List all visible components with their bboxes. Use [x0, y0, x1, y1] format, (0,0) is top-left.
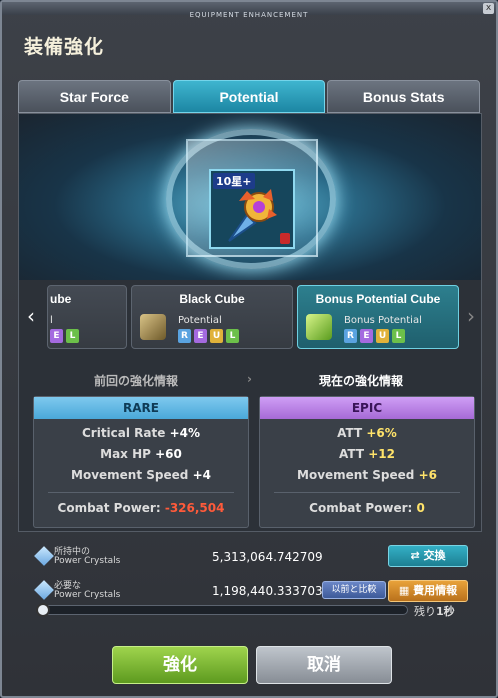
stat-value: +4%	[169, 426, 201, 440]
grade-badge: U	[210, 329, 223, 343]
stat-label: ATT	[339, 447, 365, 461]
grade-badge: L	[392, 329, 405, 343]
remaining-value: 1秒	[436, 605, 455, 618]
stat-label: Max HP	[100, 447, 151, 461]
stat-label: Movement Speed	[297, 468, 415, 482]
combat-power-label: Combat Power:	[309, 501, 413, 515]
remaining-time: 残り1秒	[414, 603, 455, 619]
cube-card-previous[interactable]: ube l E L	[47, 285, 127, 349]
grade-badge: L	[66, 329, 79, 343]
power-crystal-icon	[34, 580, 54, 600]
power-crystal-icon	[34, 546, 54, 566]
tab-potential[interactable]: Potential	[172, 80, 326, 113]
title-bar[interactable]: EQUIPMENT ENHANCEMENT x	[2, 2, 496, 19]
window-title: EQUIPMENT ENHANCEMENT	[189, 11, 309, 19]
cube-subtitle: Potential	[178, 315, 222, 326]
cube-name: Black Cube	[179, 292, 245, 306]
grade-list: E L	[50, 329, 79, 343]
cube-selector: ‹ ube l E L Black Cube Potential R E U L	[19, 284, 481, 352]
grade-badge: R	[344, 329, 357, 343]
cube-card-black-cube[interactable]: Black Cube Potential R E U L	[131, 285, 293, 349]
owned-crystals-value: 5,313,064.742709	[212, 550, 323, 564]
divider	[48, 492, 234, 493]
combat-power-line: Combat Power: 0	[260, 501, 474, 515]
grade-banner-rare: RARE	[34, 397, 248, 419]
stat-line: Max HP +60	[34, 447, 248, 461]
grade-badge: E	[360, 329, 373, 343]
current-info-title: 現在の強化情報	[319, 374, 404, 388]
cube-name: Bonus Potential Cube	[315, 292, 441, 306]
page-title: 装備強化	[24, 36, 105, 58]
stat-label: ATT	[337, 426, 363, 440]
item-showcase: 10星+	[19, 114, 481, 280]
combat-power-value: 0	[416, 501, 425, 515]
sword-item-icon	[228, 189, 277, 242]
owned-crystals-row: 所持中の Power Crystals 5,313,064.742709 ⇄ 交…	[32, 544, 472, 570]
cube-card-bonus-potential-cube[interactable]: Bonus Potential Cube Bonus Potential R E…	[297, 285, 459, 349]
stat-line: Critical Rate +4%	[34, 426, 248, 440]
cube-subtitle: l	[50, 315, 53, 326]
chevron-left-icon[interactable]: ‹	[27, 304, 35, 328]
grade-badge: E	[194, 329, 207, 343]
tab-bar: Star Force Potential Bonus Stats	[18, 80, 482, 113]
cost-info-button[interactable]: ▦ 費用情報	[388, 580, 468, 602]
stat-value: +60	[155, 447, 182, 461]
timer-knob	[36, 603, 50, 617]
required-crystals-value: 1,198,440.333703	[212, 584, 323, 598]
grade-list: R E U L	[344, 329, 405, 343]
cancel-button[interactable]: 取消	[256, 646, 392, 684]
tab-star-force[interactable]: Star Force	[18, 80, 171, 113]
grade-badge: U	[376, 329, 389, 343]
remaining-label: 残り	[414, 605, 436, 618]
current-potential-box: EPIC ATT +6% ATT +12 Movement Speed +6 C…	[259, 396, 475, 528]
previous-info-title: 前回の強化情報	[94, 374, 179, 388]
grade-banner-epic: EPIC	[260, 397, 474, 419]
black-cube-icon	[140, 314, 166, 340]
divider	[274, 492, 460, 493]
required-crystals-row: 必要な Power Crystals 1,198,440.333703 以前と比…	[32, 578, 472, 604]
cube-name: ube	[50, 292, 72, 306]
stat-line: Movement Speed +4	[34, 468, 248, 482]
combat-power-label: Combat Power:	[57, 501, 161, 515]
exchange-button[interactable]: ⇄ 交換	[388, 545, 468, 567]
grade-badge: R	[178, 329, 191, 343]
compare-previous-button[interactable]: 以前と比較	[322, 581, 386, 599]
stat-label: Movement Speed	[71, 468, 189, 482]
stat-line: ATT +12	[260, 447, 474, 461]
enhance-button[interactable]: 強化	[112, 646, 248, 684]
owned-crystals-label: 所持中の Power Crystals	[54, 548, 120, 566]
lock-icon	[280, 233, 290, 244]
stat-label: Critical Rate	[81, 426, 166, 440]
stat-value: +4	[192, 468, 211, 482]
combat-power-line: Combat Power: -326,504	[34, 501, 248, 515]
combat-power-value: -326,504	[164, 501, 225, 515]
cost-info-label: 費用情報	[413, 584, 458, 597]
required-label-en: Power Crystals	[54, 590, 121, 600]
grade-badge: L	[226, 329, 239, 343]
equipment-enhancement-window: EQUIPMENT ENHANCEMENT x 装備強化 Star Force …	[0, 0, 498, 698]
chevron-right-small-icon: ›	[247, 372, 252, 386]
exchange-button-label: 交換	[423, 549, 446, 562]
required-crystals-label: 必要な Power Crystals	[54, 582, 120, 600]
tab-bonus-stats[interactable]: Bonus Stats	[327, 80, 481, 113]
stat-line: Movement Speed +6	[260, 468, 474, 482]
item-slot[interactable]: 10星+	[209, 169, 295, 249]
stat-line: ATT +6%	[260, 426, 474, 440]
close-icon[interactable]: x	[483, 3, 494, 14]
stat-value: +6%	[366, 426, 397, 440]
previous-potential-box: RARE Critical Rate +4% Max HP +60 Moveme…	[33, 396, 249, 528]
grade-badge: E	[50, 329, 63, 343]
grade-list: R E U L	[178, 329, 239, 343]
stat-value: +12	[368, 447, 395, 461]
cube-subtitle: Bonus Potential	[344, 315, 422, 326]
chevron-right-icon[interactable]: ›	[467, 304, 475, 328]
stat-value: +6	[418, 468, 437, 482]
owned-label-en: Power Crystals	[54, 556, 121, 566]
enhance-timer-bar	[36, 603, 408, 617]
potential-panel: 10星+ ‹ ube l E L Black Cube Potential R …	[18, 113, 482, 532]
bonus-cube-icon	[306, 314, 332, 340]
